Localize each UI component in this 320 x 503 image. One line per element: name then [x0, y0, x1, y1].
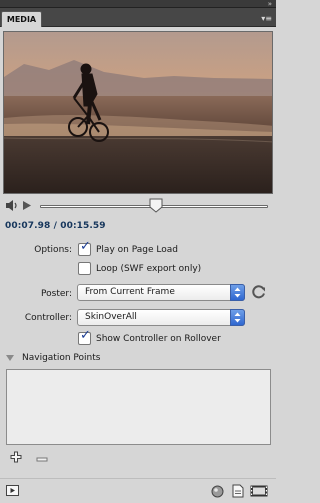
select-arrows-icon — [230, 309, 245, 326]
navigation-points-label[interactable]: Navigation Points — [22, 353, 100, 363]
scrub-handle[interactable] — [149, 198, 163, 216]
video-preview — [3, 31, 273, 194]
video-frame — [4, 32, 272, 193]
collapse-icon[interactable]: » — [268, 0, 272, 8]
panel-footer — [0, 478, 276, 503]
check-icon: ✓ — [80, 328, 91, 343]
loop-checkbox[interactable] — [78, 262, 91, 275]
navigation-points-list[interactable] — [6, 369, 271, 445]
controller-label: Controller: — [24, 313, 72, 323]
add-icon[interactable] — [10, 451, 22, 466]
select-arrows-icon — [230, 284, 245, 301]
preview-icon[interactable] — [6, 485, 19, 500]
play-icon[interactable] — [22, 200, 32, 214]
speaker-icon[interactable] — [5, 199, 19, 215]
url-icon[interactable] — [211, 485, 224, 501]
refresh-icon[interactable] — [251, 284, 267, 303]
poster-select[interactable]: From Current Frame — [77, 284, 245, 301]
timecode: 00:07.98 / 00:15.59 — [5, 221, 106, 231]
panel-menu-icon[interactable]: ▾≡ — [258, 14, 272, 23]
options-label: Options: — [34, 245, 72, 255]
transport-bar — [0, 196, 276, 216]
poster-value: From Current Frame — [85, 287, 175, 297]
show-controller-checkbox[interactable]: ✓ — [78, 328, 91, 345]
controller-value: SkinOverAll — [85, 312, 137, 322]
poster-label: Poster: — [41, 289, 72, 299]
film-icon[interactable] — [250, 485, 268, 500]
check-icon: ✓ — [80, 239, 91, 254]
controller-select[interactable]: SkinOverAll — [77, 309, 245, 326]
remove-icon[interactable] — [36, 455, 48, 465]
new-page-icon[interactable] — [232, 484, 244, 501]
tab-row: MEDIA ▾≡ — [0, 8, 276, 27]
tab-media[interactable]: MEDIA — [1, 11, 42, 27]
disclosure-triangle-icon[interactable] — [5, 353, 15, 366]
title-bar: » — [0, 0, 276, 8]
loop-label: Loop (SWF export only) — [96, 264, 202, 274]
play-on-load-label: Play on Page Load — [96, 245, 178, 255]
show-controller-label: Show Controller on Rollover — [96, 334, 221, 344]
play-on-load-checkbox[interactable]: ✓ — [78, 239, 91, 256]
